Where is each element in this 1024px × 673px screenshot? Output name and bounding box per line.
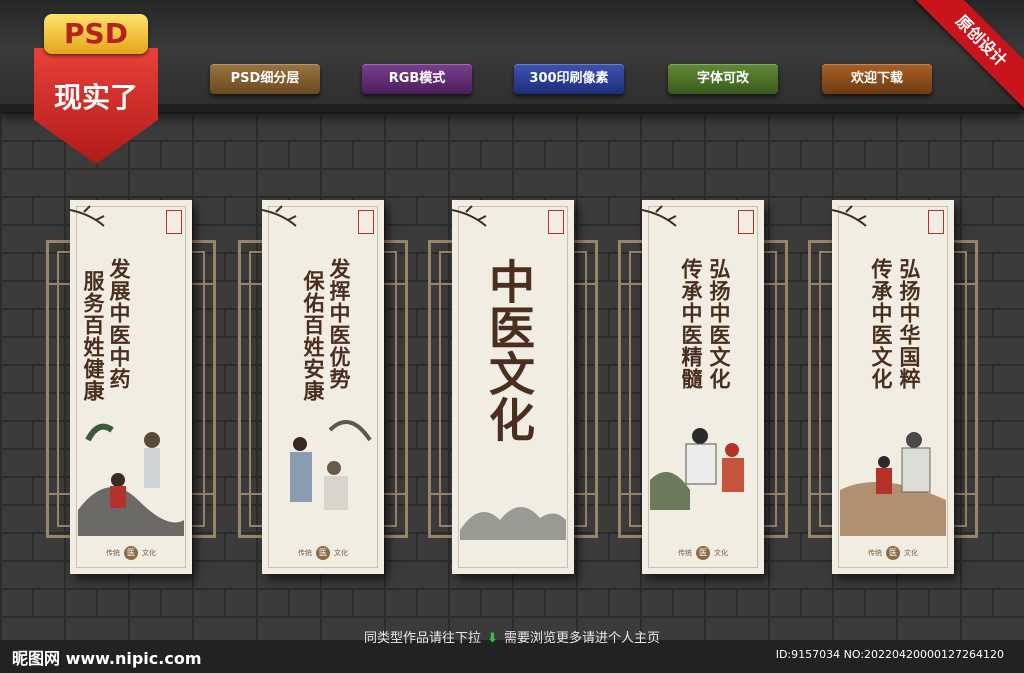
footer-right-text: 文化 xyxy=(142,549,156,557)
footer-mark-icon: 医 xyxy=(886,546,900,560)
footer-right-text: 文化 xyxy=(904,549,918,557)
panel-footer: 传统医文化 xyxy=(832,546,954,560)
banner-panel-4: 弘扬中医文化 传承中医精髓 传统医文化 xyxy=(642,200,764,574)
plum-branch-icon xyxy=(262,205,297,227)
badge-main-text: 现实了 xyxy=(53,81,138,114)
pill-rgb-mode: RGB模式 xyxy=(362,64,472,94)
pill-print-resolution: 300印刷像素 xyxy=(514,64,624,94)
seal-stamp xyxy=(738,210,754,234)
pill-psd-layers: PSD细分层 xyxy=(210,64,320,94)
panel-footer: 传统医文化 xyxy=(70,546,192,560)
plum-branch-icon xyxy=(70,205,105,227)
slogan-line-2: 传承中医精髓 xyxy=(679,258,704,390)
slogan-line-1: 发挥中医优势 xyxy=(327,258,352,390)
plum-branch-icon xyxy=(832,205,867,227)
panel-title: 中医文化 xyxy=(482,258,536,442)
panel-footer: 传统医文化 xyxy=(262,546,384,560)
slogan-line-2: 传承中医文化 xyxy=(869,258,894,390)
herbalist-painting xyxy=(78,423,184,536)
psd-label: PSD xyxy=(44,14,148,54)
banner-panel-3: 中医文化 xyxy=(452,200,574,574)
slogan-line-2: 保佑百姓安康 xyxy=(301,270,326,402)
seal-stamp xyxy=(928,210,944,234)
footer-left-text: 传统 xyxy=(298,549,312,557)
footer-mark-icon: 医 xyxy=(124,546,138,560)
landscape-painting xyxy=(460,506,566,540)
footer-mark-icon: 医 xyxy=(696,546,710,560)
footer-left-text: 传统 xyxy=(868,549,882,557)
plum-branch-icon xyxy=(642,205,677,227)
elder-child-painting xyxy=(840,432,946,536)
psd-badge: PSD 现实了 xyxy=(34,14,158,164)
sages-painting xyxy=(650,428,744,510)
physician-painting xyxy=(290,420,372,510)
banner-panel-5: 弘扬中华国粹 传承中医文化 传统医文化 xyxy=(832,200,954,574)
footer-right-text: 文化 xyxy=(334,549,348,557)
seal-stamp xyxy=(548,210,564,234)
panel-footer: 传统医文化 xyxy=(642,546,764,560)
footer-left-text: 传统 xyxy=(678,549,692,557)
slogan-line-1: 发展中医中药 xyxy=(107,258,132,390)
site-logo[interactable]: 昵图网 www.nipic.com xyxy=(12,645,202,669)
arrow-down-icon: ⬇ xyxy=(487,631,498,646)
banner-panel-1: 发展中医中药 服务百姓健康 传统医文化 xyxy=(70,200,192,574)
corner-ribbon-wrap: 原创设计 xyxy=(914,0,1024,110)
slogan-line-2: 服务百姓健康 xyxy=(81,270,106,402)
footer-mark-icon: 医 xyxy=(316,546,330,560)
banner-panel-2: 发挥中医优势 保佑百姓安康 传统医文化 xyxy=(262,200,384,574)
image-id-text: ID:9157034 NO:20220420000127264120 xyxy=(775,648,1004,661)
slogan-line-1: 弘扬中华国粹 xyxy=(897,258,922,390)
seal-stamp xyxy=(358,210,374,234)
hint-right-text[interactable]: 需要浏览更多请进个人主页 xyxy=(504,631,660,646)
hint-left-text: 同类型作品请往下拉 xyxy=(364,631,482,646)
plum-branch-icon xyxy=(452,205,487,227)
footer-left-text: 传统 xyxy=(106,549,120,557)
footer-right-text: 文化 xyxy=(714,549,728,557)
slogan-line-1: 弘扬中医文化 xyxy=(707,258,732,390)
pill-editable-font: 字体可改 xyxy=(668,64,778,94)
original-design-ribbon: 原创设计 xyxy=(914,0,1024,110)
scroll-hint: 同类型作品请往下拉 ⬇ 需要浏览更多请进个人主页 xyxy=(0,627,1024,646)
seal-stamp xyxy=(166,210,182,234)
